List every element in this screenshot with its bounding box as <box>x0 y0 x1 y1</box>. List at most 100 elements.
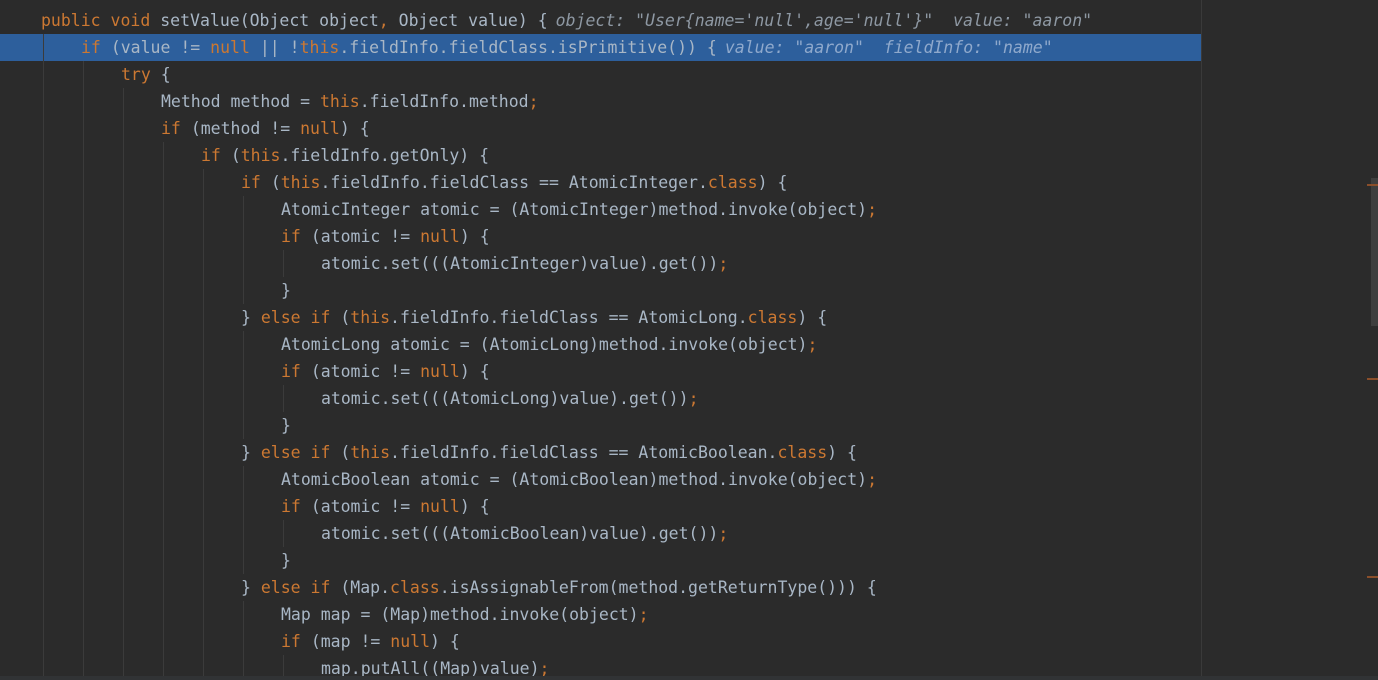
code-token: (Map. <box>340 578 391 597</box>
code-token: ( <box>340 308 351 327</box>
keyword-token: null <box>420 497 460 516</box>
error-stripe-marker[interactable] <box>1367 184 1378 186</box>
indent-guide <box>163 304 164 331</box>
keyword-token: else if <box>260 308 341 327</box>
code-token: (atomic != <box>310 227 421 246</box>
indent-guide <box>163 385 164 412</box>
indent-guide <box>43 142 44 169</box>
indent-guide <box>123 439 124 466</box>
code-token: } <box>241 578 261 597</box>
code-line[interactable]: if (this.fieldInfo.getOnly) { <box>0 142 1200 169</box>
code-token: atomic.set(((AtomicBoolean)value).get()) <box>321 524 719 543</box>
keyword-token: ; <box>528 92 539 111</box>
code-line[interactable]: } else if (this.fieldInfo.fieldClass == … <box>0 304 1200 331</box>
code-text: } else if (Map.class.isAssignableFrom(me… <box>241 574 877 601</box>
code-line[interactable]: atomic.set(((AtomicBoolean)value).get())… <box>0 520 1200 547</box>
keyword-token: if <box>281 632 311 651</box>
indent-guide <box>283 520 284 547</box>
indent-guide <box>163 277 164 304</box>
indent-guide <box>43 304 44 331</box>
keyword-token: this <box>299 38 340 57</box>
keyword-token: this <box>350 443 391 462</box>
code-line[interactable]: if (atomic != null) { <box>0 223 1200 250</box>
indent-guide <box>43 385 44 412</box>
code-text: if (method != null) { <box>161 115 370 142</box>
code-line[interactable]: if (map != null) { <box>0 628 1200 655</box>
indent-guide <box>243 493 244 520</box>
code-token: ) { <box>827 443 857 462</box>
code-token: ( <box>230 146 241 165</box>
indent-guide <box>243 277 244 304</box>
current-line[interactable]: if (value != null || !this.fieldInfo.fie… <box>0 34 1202 61</box>
indent-guide <box>123 88 124 115</box>
code-text: } else if (this.fieldInfo.fieldClass == … <box>241 304 827 331</box>
code-editor[interactable]: public void setValue(Object object, Obje… <box>0 0 1378 680</box>
keyword-token: if <box>241 173 271 192</box>
indent-guide <box>83 88 84 115</box>
indent-guide <box>43 493 44 520</box>
indent-guide <box>123 601 124 628</box>
code-line[interactable]: atomic.set(((AtomicLong)value).get()); <box>0 385 1200 412</box>
error-stripe-marker[interactable] <box>1367 576 1378 578</box>
indent-guide <box>243 628 244 655</box>
indent-guide <box>203 412 204 439</box>
code-line[interactable]: Method method = this.fieldInfo.method; <box>0 88 1200 115</box>
indent-guide <box>43 196 44 223</box>
code-line[interactable]: } <box>0 547 1200 574</box>
keyword-token: ; <box>807 335 818 354</box>
indent-guide <box>203 574 204 601</box>
error-stripe-marker[interactable] <box>1367 378 1378 380</box>
indent-guide <box>163 223 164 250</box>
indent-guide <box>123 115 124 142</box>
code-token: atomic.set(((AtomicLong)value).get()) <box>321 389 689 408</box>
indent-guide <box>43 466 44 493</box>
indent-guide <box>283 385 284 412</box>
indent-guide <box>43 277 44 304</box>
code-token: .fieldInfo.fieldClass.isPrimitive()) { <box>339 38 717 57</box>
indent-guide <box>243 331 244 358</box>
vertical-scrollbar-thumb[interactable] <box>1371 178 1378 326</box>
code-line[interactable]: if (atomic != null) { <box>0 358 1200 385</box>
code-line[interactable]: public void setValue(Object object, Obje… <box>0 7 1200 34</box>
indent-guide <box>123 520 124 547</box>
indent-guide <box>83 439 84 466</box>
code-line[interactable]: } <box>0 412 1200 439</box>
indent-guide <box>163 169 164 196</box>
indent-guide <box>203 385 204 412</box>
code-token: AtomicInteger atomic = (AtomicInteger)me… <box>281 200 868 219</box>
indent-guide <box>163 493 164 520</box>
indent-guide <box>203 169 204 196</box>
keyword-token: this <box>350 308 391 327</box>
code-line[interactable]: try { <box>0 61 1200 88</box>
code-line[interactable]: } else if (Map.class.isAssignableFrom(me… <box>0 574 1200 601</box>
code-line[interactable]: } <box>0 277 1200 304</box>
code-line[interactable]: AtomicBoolean atomic = (AtomicBoolean)me… <box>0 466 1200 493</box>
code-text: atomic.set(((AtomicInteger)value).get())… <box>321 250 728 277</box>
code-line[interactable]: } else if (this.fieldInfo.fieldClass == … <box>0 439 1200 466</box>
code-line[interactable]: Map map = (Map)method.invoke(object); <box>0 601 1200 628</box>
indent-guide <box>123 277 124 304</box>
indent-guide <box>123 412 124 439</box>
keyword-token: ; <box>718 254 729 273</box>
keyword-token: null <box>420 227 460 246</box>
code-line[interactable]: if (method != null) { <box>0 115 1200 142</box>
indent-guide <box>203 439 204 466</box>
code-token: (value != <box>110 38 211 57</box>
code-line[interactable]: AtomicLong atomic = (AtomicLong)method.i… <box>0 331 1200 358</box>
code-token: ) { <box>757 173 788 192</box>
code-text: if (atomic != null) { <box>281 493 490 520</box>
code-line[interactable]: if (atomic != null) { <box>0 493 1200 520</box>
indent-guide <box>83 142 84 169</box>
code-line[interactable]: atomic.set(((AtomicInteger)value).get())… <box>0 250 1200 277</box>
code-line[interactable]: AtomicInteger atomic = (AtomicInteger)me… <box>0 196 1200 223</box>
indent-guide <box>83 277 84 304</box>
keyword-token: ; <box>688 389 699 408</box>
indent-guide <box>83 223 84 250</box>
indent-guide <box>203 277 204 304</box>
indent-guide <box>43 250 44 277</box>
code-line[interactable]: if (this.fieldInfo.fieldClass == AtomicI… <box>0 169 1200 196</box>
indent-guide <box>83 628 84 655</box>
indent-guide <box>83 385 84 412</box>
editor-bottom-border <box>0 676 1378 680</box>
code-token: AtomicBoolean atomic = (AtomicBoolean)me… <box>281 470 868 489</box>
